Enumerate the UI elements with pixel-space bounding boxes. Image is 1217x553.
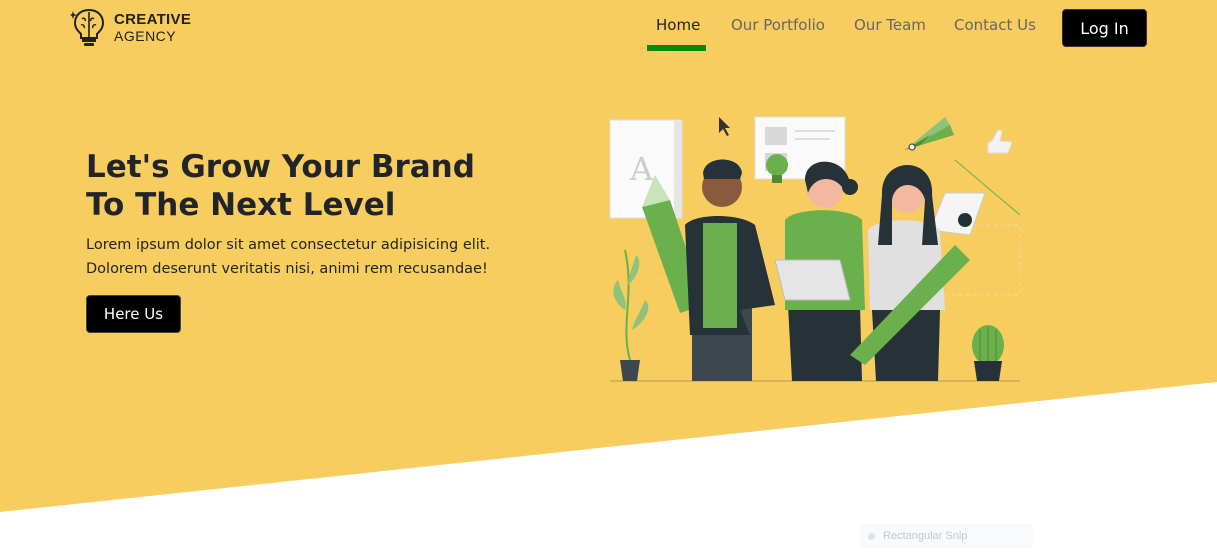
brand-logo[interactable]: CREATIVE AGENCY (70, 7, 191, 49)
pen-tool (929, 159, 1021, 236)
nav-contact-us[interactable]: Contact Us (954, 16, 1036, 34)
brain-lightbulb-logo-icon (70, 8, 105, 46)
plant-left (613, 249, 649, 381)
thumbs-up-icon (987, 129, 1013, 154)
woman-center-figure (774, 161, 865, 381)
cactus-plant (972, 325, 1004, 381)
snip-tooltip: Rectangular Snip (860, 524, 1033, 548)
brand-name-line2: AGENCY (114, 28, 177, 44)
brand-name-line1: CREATIVE (114, 11, 192, 28)
team-illustration: A (609, 116, 1021, 382)
color-swatch-fan (905, 117, 954, 151)
cursor-icon (719, 117, 730, 136)
login-button[interactable]: Log In (1062, 9, 1147, 47)
here-us-button[interactable]: Here Us (86, 295, 181, 333)
nav-home[interactable]: Home (656, 16, 700, 34)
man-figure (685, 159, 775, 381)
svg-text:A: A (629, 150, 654, 188)
nav-our-team[interactable]: Our Team (854, 16, 926, 34)
hero-description: Lorem ipsum dolor sit amet consectetur a… (86, 237, 491, 277)
nav-our-portfolio[interactable]: Our Portfolio (731, 16, 825, 34)
snip-label: Rectangular Snip (883, 530, 968, 542)
snip-dot-icon (868, 532, 875, 540)
hero-title: Let's Grow Your Brand To The Next Level (86, 149, 475, 223)
nav-active-indicator (647, 45, 706, 51)
